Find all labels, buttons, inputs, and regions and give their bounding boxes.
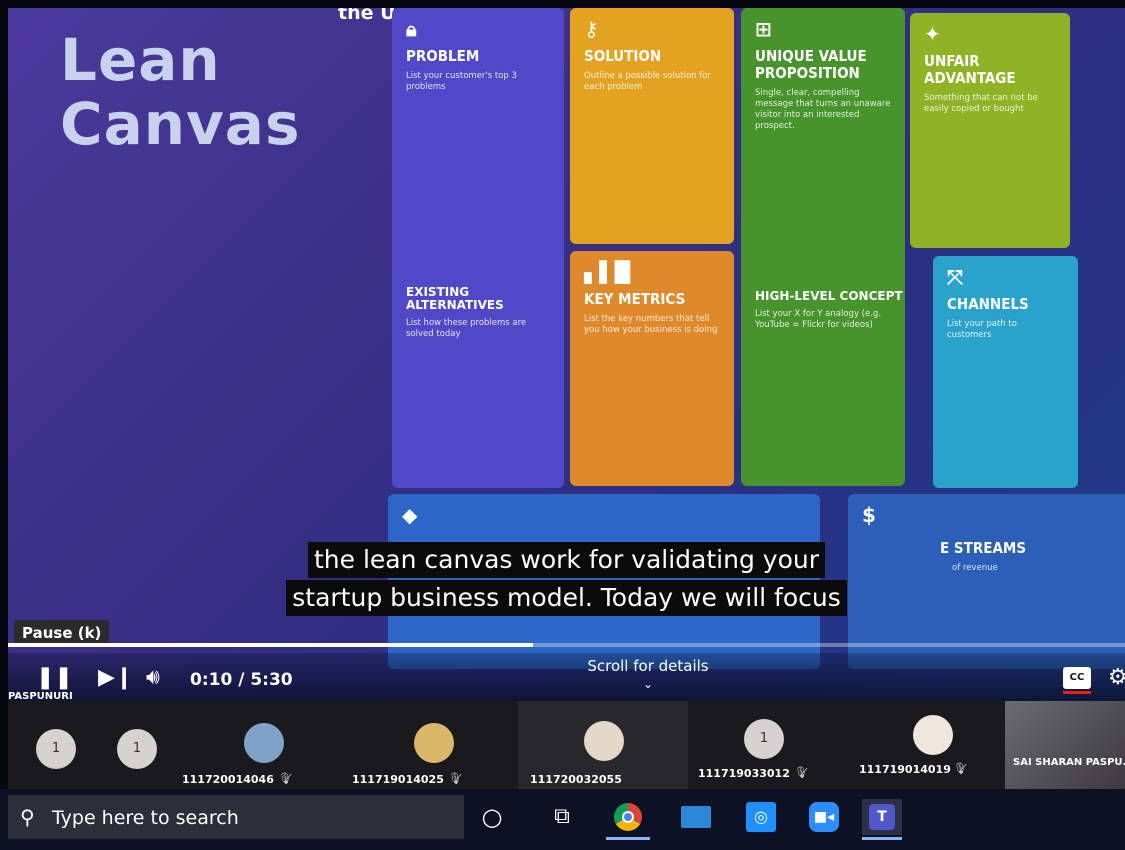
zoom-icon[interactable]: ■◂ xyxy=(806,799,842,835)
participant-tile[interactable]: 111719014019 🎙︎̸ xyxy=(853,701,1005,789)
card-solution: ⚷ SOLUTION Outline a possible solution f… xyxy=(570,8,734,244)
card-uvp-desc: Single, clear, compelling message that t… xyxy=(755,88,891,131)
card-uvp-title: UNIQUE VALUE PROPOSITION xyxy=(755,47,867,82)
card-high-level-desc: List your X for Y analogy (e.g. YouTube … xyxy=(755,309,882,330)
mic-off-icon: 🎙︎̸ xyxy=(953,762,967,775)
participant-strip: 1 1 111720014046 🎙︎̸ 111719014025 🎙︎̸ 11… xyxy=(8,701,1125,789)
card-existing-desc: List how these problems are solved today xyxy=(406,318,527,339)
participant-tile[interactable]: 1 xyxy=(93,701,178,789)
chrome-active-indicator xyxy=(606,837,650,840)
scroll-for-details[interactable]: Scroll for details ⌄ xyxy=(568,657,728,691)
participant-tile[interactable]: 111720032055 xyxy=(518,701,688,789)
card-problem-desc: List your customer's top 3 problems xyxy=(406,71,517,92)
card-unfair-desc: Something that can not be easily copied … xyxy=(924,93,1038,114)
tag-icon: ◆ xyxy=(402,503,418,527)
mic-off-icon: 🎙︎̸ xyxy=(794,766,808,779)
participant-tile[interactable]: 1 xyxy=(8,701,93,789)
participant-name: 111720032055 xyxy=(530,773,622,786)
captions-button[interactable]: CC xyxy=(1063,667,1091,689)
caption-text-2: startup business model. Today we will fo… xyxy=(286,580,847,616)
card-problem-title: PROBLEM xyxy=(406,47,480,65)
participant-name: 111719014019 xyxy=(859,763,951,776)
next-button[interactable]: ▶❙ xyxy=(98,665,133,690)
gear-icon[interactable]: ⚙ xyxy=(1108,665,1125,690)
search-placeholder: Type here to search xyxy=(52,807,239,829)
cortana-icon[interactable]: ○ xyxy=(474,799,510,835)
card-problem: 🔒︎ PROBLEM List your customer's top 3 pr… xyxy=(392,8,564,488)
card-solution-desc: Outline a possible solution for each pro… xyxy=(584,71,711,92)
volume-icon[interactable]: 🔊︎ xyxy=(146,665,160,690)
card-uvp: ⊞ UNIQUE VALUE PROPOSITION Single, clear… xyxy=(741,8,905,486)
participant-count-badge: 1 xyxy=(117,729,157,769)
participant-name: 111719033012 xyxy=(698,767,790,780)
gift-icon: ⊞ xyxy=(755,17,772,41)
captions-active-indicator xyxy=(1063,691,1091,694)
card-channels: ⤧ CHANNELS List your path to customers xyxy=(933,256,1078,488)
dollar-icon: $ xyxy=(862,503,876,527)
participant-name: SAI SHARAN PASPU... xyxy=(1013,757,1125,768)
caption-line-1: the lean canvas work for validating your xyxy=(8,542,1125,578)
lock-icon: 🔒︎ xyxy=(406,17,417,41)
progress-fill xyxy=(8,643,533,647)
card-key-metrics-desc: List the key numbers that tell you how y… xyxy=(584,314,718,335)
card-unfair-advantage: ✦ UNFAIR ADVANTAGE Something that can no… xyxy=(910,13,1070,248)
card-channels-desc: List your path to customers xyxy=(947,319,1017,340)
search-icon: ⚲ xyxy=(20,805,35,829)
participant-tile[interactable]: 1 111719033012 🎙︎̸ xyxy=(688,701,853,789)
avatar xyxy=(244,723,284,763)
expand-icon: ⤧ xyxy=(947,265,963,289)
avatar xyxy=(414,723,454,763)
windows-taskbar: ⚲ Type here to search ○ ⧉ ◎ ■◂ T xyxy=(0,789,1125,850)
participant-name: 111719014025 xyxy=(352,773,444,786)
slide-title-line2: Canvas xyxy=(60,90,301,158)
card-existing-title: EXISTING ALTERNATIVES xyxy=(406,285,504,312)
participant-tile[interactable]: 111720014046 🎙︎̸ xyxy=(178,701,348,789)
mic-off-icon: 🎙︎̸ xyxy=(448,772,462,785)
teams-active-indicator xyxy=(862,837,902,840)
card-channels-title: CHANNELS xyxy=(947,295,1029,313)
card-key-metrics: ▖▌█ KEY METRICS List the key numbers tha… xyxy=(570,251,734,486)
chevron-down-icon: ⌄ xyxy=(642,677,654,691)
progress-bar[interactable] xyxy=(8,643,1125,647)
magic-wand-icon: ✦ xyxy=(924,22,941,46)
card-solution-title: SOLUTION xyxy=(584,47,662,65)
mic-off-icon: 🎙︎̸ xyxy=(278,772,292,785)
avatar xyxy=(913,715,953,755)
avatar xyxy=(584,721,624,761)
task-view-icon[interactable]: ⧉ xyxy=(544,799,580,835)
overlay-participant-name: PASPUNURI xyxy=(8,691,73,701)
card-high-level-title: HIGH-LEVEL CONCEPT xyxy=(755,289,903,303)
participant-count-badge: 1 xyxy=(744,719,784,759)
caption-line-2: startup business model. Today we will fo… xyxy=(8,580,1125,616)
card-unfair-title: UNFAIR ADVANTAGE xyxy=(924,52,1016,87)
participant-tile[interactable]: 111719014025 🎙︎̸ xyxy=(348,701,518,789)
video-player[interactable]: the Uber example Lean Canvas 🔒︎ PROBLEM … xyxy=(8,8,1125,701)
bar-chart-icon: ▖▌█ xyxy=(584,260,631,284)
key-icon: ⚷ xyxy=(584,17,599,41)
caption-text-1: the lean canvas work for validating your xyxy=(308,542,825,578)
chrome-icon[interactable] xyxy=(610,799,646,835)
time-display: 0:10 / 5:30 xyxy=(190,670,293,690)
participant-video-tile[interactable]: SAI SHARAN PASPU... xyxy=(1005,701,1125,789)
scroll-for-details-label: Scroll for details xyxy=(587,657,709,675)
card-key-metrics-title: KEY METRICS xyxy=(584,290,686,308)
mail-icon[interactable] xyxy=(678,799,714,835)
teams-icon[interactable]: T xyxy=(862,799,902,835)
participant-name: 111720014046 xyxy=(182,773,274,786)
camera-icon[interactable]: ◎ xyxy=(743,799,779,835)
slide-title-line1: Lean xyxy=(60,26,221,94)
player-controls: ❚❚ ▶❙ 🔊︎ 0:10 / 5:30 Scroll for details … xyxy=(8,653,1125,701)
slide-title: Lean Canvas xyxy=(60,28,300,156)
taskbar-search-box[interactable]: ⚲ Type here to search xyxy=(8,795,464,839)
participant-count-badge: 1 xyxy=(36,729,76,769)
pause-button[interactable]: ❚❚ xyxy=(36,665,73,690)
